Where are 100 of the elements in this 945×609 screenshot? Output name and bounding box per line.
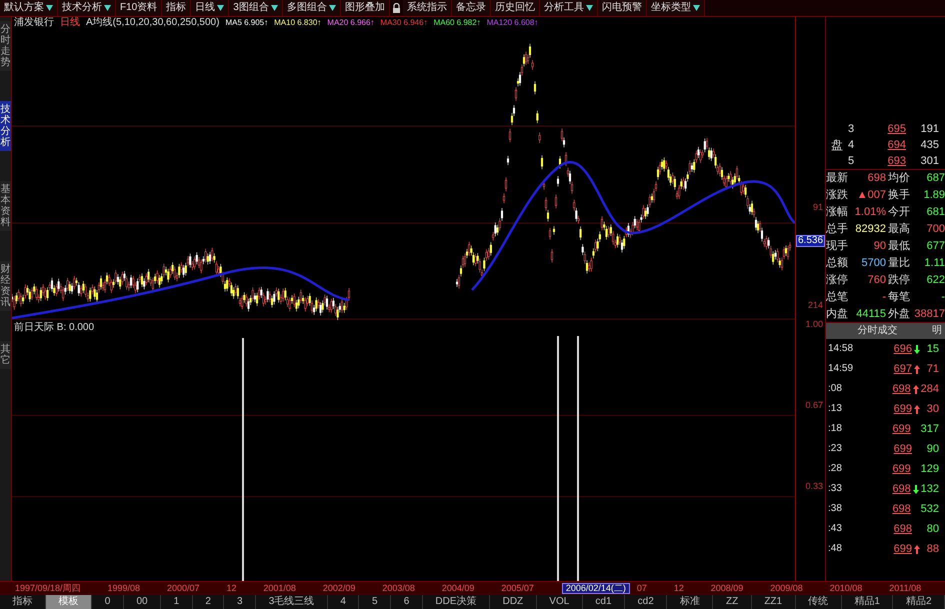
trade-volume: 132: [920, 484, 940, 494]
trade-volume: 80: [926, 524, 940, 534]
trade-time: 14:58: [827, 344, 854, 354]
quote-label: 涨停: [826, 275, 849, 286]
axis-label: 0.33: [805, 482, 823, 491]
side-tab[interactable]: 财经资讯: [0, 261, 11, 311]
toolbar-button[interactable]: 图形叠加: [340, 0, 390, 16]
indicator-tab[interactable]: 00: [124, 595, 162, 609]
indicator-tab[interactable]: 3: [224, 595, 256, 609]
trade-volume: 129: [920, 464, 940, 474]
toolbar-button[interactable]: 指标: [162, 0, 192, 16]
date-label: 2003/08: [381, 584, 416, 593]
indicator-tab[interactable]: 0: [92, 595, 124, 609]
quote-value: 44115: [855, 308, 887, 320]
quote-label: 最低: [888, 241, 911, 252]
date-label: 2000/07: [166, 584, 201, 593]
indicator-tab[interactable]: 6: [391, 595, 423, 609]
trade-time: :08: [827, 384, 843, 394]
lock-icon[interactable]: [392, 2, 401, 14]
caret-icon[interactable]: [692, 5, 700, 11]
indicator-tab[interactable]: 5: [359, 595, 392, 609]
quote-value: 1.01%: [854, 207, 887, 218]
toolbar-button[interactable]: 备忘录: [452, 0, 491, 16]
toolbar-button[interactable]: 技术分析: [58, 0, 116, 16]
axis-label: 214: [808, 301, 823, 310]
trade-time: :48: [827, 544, 843, 554]
column-header: 明: [931, 326, 943, 336]
indicator-tab[interactable]: ZZ: [713, 595, 752, 609]
side-tab[interactable]: 分时走势: [0, 21, 11, 71]
toolbar-button[interactable]: 系统指示: [402, 0, 452, 16]
toolbar-button[interactable]: 3图组合: [229, 0, 283, 16]
trade-price: 698: [891, 484, 911, 494]
indicator-tab[interactable]: cd2: [625, 595, 668, 609]
quote-label: 跌停: [888, 275, 911, 286]
order-level: 3: [848, 124, 856, 134]
ma-value: MA5 6.905↑: [225, 18, 268, 26]
toolbar-button[interactable]: 多图组合: [282, 0, 341, 16]
indicator-tab[interactable]: 模板: [46, 595, 92, 609]
trade-volume: 15: [926, 344, 940, 354]
side-tab[interactable]: 技术分析: [0, 101, 11, 151]
trade-volume: 71: [926, 364, 940, 374]
toolbar-button[interactable]: 历史回忆: [490, 0, 540, 16]
caret-icon[interactable]: [586, 5, 593, 11]
indicator-tab[interactable]: DDE决策: [422, 595, 490, 609]
quote-value: 700: [926, 224, 945, 235]
indicator-tab[interactable]: 标准: [667, 595, 714, 609]
quote-value: 1.89: [922, 190, 945, 201]
date-label: 2011/08: [888, 584, 922, 593]
trade-time: :43: [827, 524, 843, 534]
indicator-tab[interactable]: 4: [328, 595, 360, 609]
caret-icon[interactable]: [217, 5, 224, 11]
toolbar-button[interactable]: 坐标类型: [646, 0, 705, 16]
axis-label: 91: [812, 203, 823, 212]
indicator-tab[interactable]: DDZ: [490, 595, 537, 609]
indicator-tab[interactable]: cd1: [582, 595, 626, 609]
quote-label: 最高: [888, 224, 911, 235]
quote-value: -: [881, 292, 887, 303]
side-tab[interactable]: 基本资料: [0, 181, 11, 231]
toolbar-button[interactable]: 日线: [191, 0, 230, 16]
toolbar-button[interactable]: 默认方案: [0, 0, 58, 16]
caret-icon[interactable]: [104, 5, 111, 11]
indicator-tab[interactable]: 精品2: [893, 595, 945, 609]
quote-value: 622: [926, 275, 945, 286]
quote-value: 760: [866, 275, 887, 286]
date-label: 2001/08: [262, 584, 297, 593]
caret-icon[interactable]: [328, 5, 336, 11]
toolbar-button[interactable]: 闪电预警: [598, 0, 647, 16]
indicator-tab[interactable]: VOL: [536, 595, 583, 609]
trade-price: 699: [892, 544, 912, 554]
date-label: 2004/09: [440, 584, 476, 593]
axis-label: 1.00: [805, 320, 823, 329]
quote-value: -: [940, 292, 945, 303]
quote-value: 5700: [860, 258, 887, 269]
trade-volume: 30: [926, 404, 940, 414]
indicator-tab[interactable]: 3毛线三线: [256, 595, 328, 609]
caret-icon[interactable]: [46, 5, 53, 11]
trade-price: 698: [891, 384, 911, 394]
trade-volume: 532: [920, 504, 940, 514]
indicator-tab[interactable]: 2: [192, 595, 224, 609]
quote-label: 每笔: [888, 292, 911, 303]
trade-time: :23: [827, 444, 843, 454]
quote-value: 38817: [913, 308, 945, 320]
toolbar-button[interactable]: F10资料: [116, 0, 162, 16]
trade-time: :38: [827, 504, 843, 514]
side-tab[interactable]: 其它: [0, 341, 11, 369]
indicator-tab[interactable]: 1: [161, 595, 193, 609]
date-label: 2010/08: [828, 584, 864, 593]
date-label: 07: [636, 584, 648, 593]
indicator-tab[interactable]: 精品1: [842, 595, 894, 609]
axis-label: 0.67: [805, 401, 823, 410]
toolbar-button[interactable]: 分析工具: [540, 0, 598, 16]
indicator-tab[interactable]: 传统: [796, 595, 842, 609]
quote-value: 698: [866, 173, 887, 184]
trade-price: 698: [891, 504, 911, 514]
caret-icon[interactable]: [270, 5, 278, 11]
date-label: 1997/09/18/周四: [14, 584, 82, 593]
order-level: 4: [848, 140, 856, 150]
cursor-date: 2006/02/14(二): [562, 583, 630, 594]
indicator-tab[interactable]: ZZ1: [752, 595, 796, 609]
trades-header: 分时成交: [856, 326, 898, 336]
